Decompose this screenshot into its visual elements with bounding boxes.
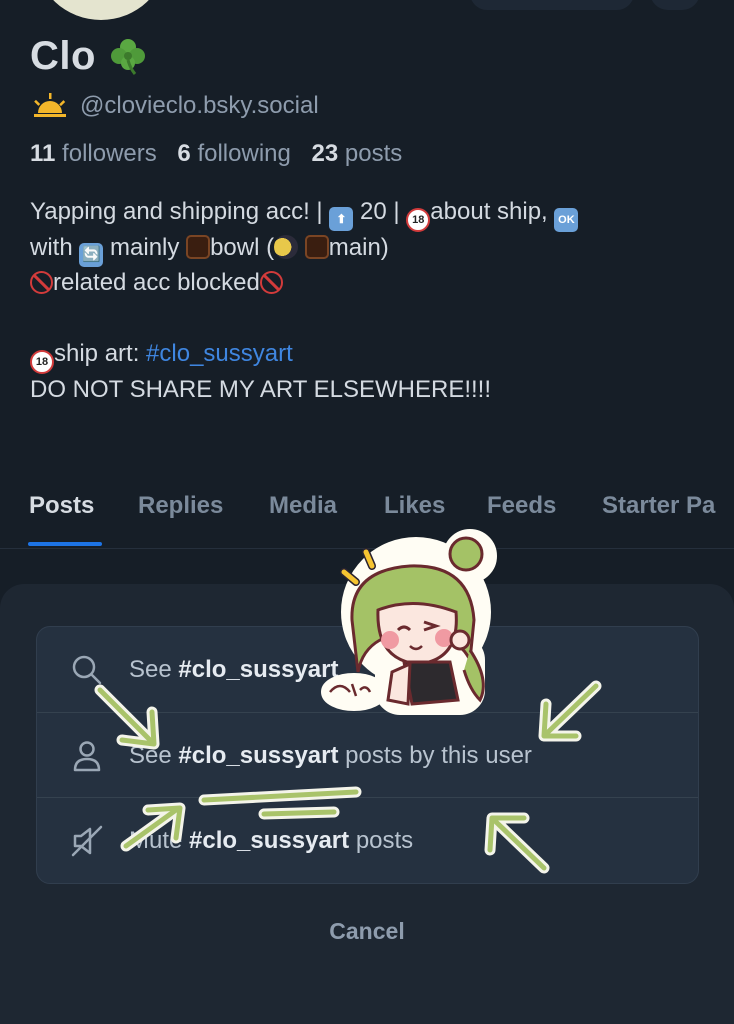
fireworks-icon bbox=[304, 234, 329, 259]
moon-icon bbox=[274, 234, 299, 259]
handle-row: @clovieclo.bsky.social bbox=[30, 88, 319, 124]
search-icon bbox=[67, 650, 107, 690]
bio-text: related acc blocked bbox=[53, 269, 260, 296]
cancel-button[interactable]: Cancel bbox=[0, 918, 734, 945]
ok-icon: OK bbox=[554, 208, 579, 232]
profile-name-row: Clo bbox=[30, 34, 148, 78]
bio-line-3: related acc blocked bbox=[30, 265, 720, 301]
tab-feeds[interactable]: Feeds bbox=[487, 492, 556, 520]
menu-item-label: Mute #clo_sussyart posts bbox=[129, 826, 414, 854]
posts-label: posts bbox=[344, 140, 403, 167]
bio-text: ship art: bbox=[54, 340, 140, 367]
hashtag-menu: See #clo_sussyart See #clo_sussyart post… bbox=[36, 626, 699, 884]
mute-icon bbox=[67, 821, 107, 861]
following-label: following bbox=[197, 140, 291, 167]
no-under-18-icon: 18 bbox=[406, 208, 431, 232]
bio-line-5: DO NOT SHARE MY ART ELSEWHERE!!!! bbox=[30, 375, 492, 403]
bio-line-blank bbox=[30, 301, 720, 337]
tab-posts[interactable]: Posts bbox=[29, 492, 94, 520]
sun-icon bbox=[30, 91, 70, 121]
bio-line-4: 18 ship art: #clo_sussyart bbox=[30, 336, 720, 374]
up-arrow-icon: ⬆ bbox=[329, 207, 354, 231]
person-icon bbox=[67, 736, 107, 776]
profile-tabs: Posts Replies Media Likes Feeds Starter … bbox=[0, 486, 734, 549]
tab-starter-packs[interactable]: Starter Pa bbox=[602, 492, 715, 520]
tab-media[interactable]: Media bbox=[269, 492, 337, 520]
followers-count: 11 bbox=[30, 140, 56, 167]
bio-text: 20 | bbox=[360, 198, 400, 225]
bio-hashtag-link[interactable]: #clo_sussyart bbox=[146, 340, 293, 367]
menu-item-mute-hashtag[interactable]: Mute #clo_sussyart posts bbox=[37, 797, 698, 883]
posts-stat: 23 posts bbox=[312, 140, 403, 167]
tab-replies[interactable]: Replies bbox=[138, 492, 223, 520]
bio-text: with bbox=[30, 233, 73, 261]
no-under-18-icon: 18 bbox=[30, 350, 54, 374]
menu-item-label: See #clo_sussyart posts by this user bbox=[129, 741, 532, 769]
tab-likes[interactable]: Likes bbox=[384, 492, 445, 520]
bio-text: mainly bbox=[110, 233, 180, 261]
fireworks-icon bbox=[186, 234, 211, 259]
display-name: Clo bbox=[30, 33, 96, 78]
posts-count: 23 bbox=[311, 140, 339, 167]
bio-text: main) bbox=[328, 233, 389, 261]
bio-line-1: Yapping and shipping acc! | ⬆ 20 | 18 abo… bbox=[30, 194, 720, 232]
following-count: 6 bbox=[177, 140, 191, 167]
following-stat[interactable]: 6 following bbox=[177, 140, 290, 167]
cycle-arrows-icon: 🔄 bbox=[79, 242, 104, 267]
followers-label: followers bbox=[62, 140, 157, 167]
clover-icon bbox=[108, 36, 148, 76]
followers-stat[interactable]: 11 followers bbox=[30, 140, 157, 167]
menu-item-see-hashtag[interactable]: See #clo_sussyart bbox=[37, 627, 698, 712]
bio-text: about ship, bbox=[430, 198, 548, 225]
active-tab-indicator bbox=[28, 542, 102, 546]
follow-button[interactable] bbox=[470, 0, 634, 10]
bio-text: bowl ( bbox=[210, 233, 275, 261]
prohibited-icon bbox=[30, 271, 53, 294]
bio-line-2: with 🔄 mainly bowl ( main) bbox=[30, 230, 720, 267]
more-options-button[interactable] bbox=[650, 0, 700, 10]
menu-item-see-user-posts[interactable]: See #clo_sussyart posts by this user bbox=[37, 712, 698, 798]
handle-text[interactable]: @clovieclo.bsky.social bbox=[80, 92, 319, 120]
prohibited-icon bbox=[259, 271, 283, 294]
profile-stats: 11 followers 6 following 23 posts bbox=[30, 140, 402, 168]
profile-bio: Yapping and shipping acc! | ⬆ 20 | 18 abo… bbox=[30, 194, 720, 407]
menu-item-label: See #clo_sussyart bbox=[129, 655, 339, 683]
bio-text: Yapping and shipping acc! | bbox=[30, 198, 323, 225]
avatar[interactable] bbox=[36, 0, 166, 20]
